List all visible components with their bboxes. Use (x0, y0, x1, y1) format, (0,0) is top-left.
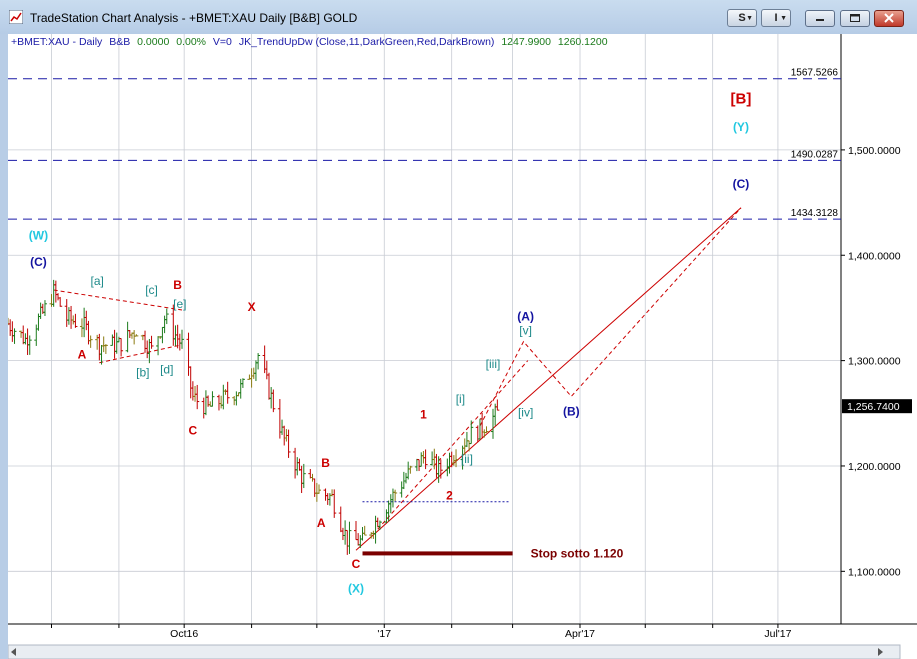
wave-label: [a] (91, 274, 104, 288)
wave-label: X (248, 300, 256, 314)
percent-change: 0.00% (176, 36, 206, 48)
i-menu-button[interactable]: I ▼ (761, 9, 791, 27)
change-value: 0.0000 (137, 36, 170, 48)
grid (8, 34, 841, 624)
x-tick-label: Oct16 (170, 628, 198, 640)
wave-label: (A) (517, 310, 534, 324)
wave-label: [d] (160, 362, 173, 376)
wave-label: [b] (136, 365, 149, 379)
wave-label: 2 (446, 489, 453, 503)
wave-label: [ii] (461, 452, 473, 466)
minimize-button[interactable] (805, 10, 835, 27)
fib-level-label: 1490.0287 (791, 149, 839, 160)
maximize-icon (850, 14, 860, 22)
stop-bar (362, 551, 513, 556)
wave-label: [B] (731, 91, 752, 108)
level-lines: 1567.5266 1490.0287 1434.3128 (8, 68, 841, 220)
wave-label: A (317, 516, 326, 530)
wave-label: (Y) (733, 120, 749, 134)
wave-label: B (321, 456, 330, 470)
fib-level-label: 1567.5266 (791, 68, 839, 79)
wave-label: [c] (145, 283, 158, 297)
y-tick-label: 1,100.0000 (848, 566, 901, 578)
indicator-value-1: 1247.9900 (501, 36, 551, 48)
x-tick-label: Apr'17 (565, 628, 595, 640)
wave-label: [i] (456, 392, 465, 406)
projection-lines (53, 207, 742, 551)
wave-label: (C) (30, 255, 47, 269)
close-button[interactable] (874, 10, 904, 27)
x-tick-label: '17 (377, 628, 391, 640)
close-icon (884, 13, 894, 23)
minimize-icon (816, 19, 824, 21)
fib-level-label: 1434.3128 (791, 208, 839, 219)
trend-line (355, 207, 742, 551)
y-tick-label: 1,400.0000 (848, 250, 901, 262)
s-menu-label: S (738, 12, 746, 24)
scrollbar[interactable] (8, 644, 901, 659)
wave-label: (W) (29, 228, 48, 242)
title-bar: TradeStation Chart Analysis - +BMET:XAU … (0, 0, 917, 34)
price-axis: 1,100.0000 1,200.0000 1,300.0000 1,400.0000… (841, 145, 901, 578)
x-tick-label: Jul'17 (764, 628, 791, 640)
wave-label: [e] (173, 297, 186, 311)
stop-label: Stop sotto 1.120 (531, 546, 624, 560)
triangle-lower (99, 344, 183, 364)
wave-label: B (173, 278, 182, 292)
chevron-down-icon: ▼ (746, 15, 753, 22)
wave-label: 1 (420, 408, 427, 422)
y-tick-label: 1,200.0000 (848, 461, 901, 473)
wave-label: (C) (733, 177, 750, 191)
symbol-label: +BMET:XAU - Daily (11, 36, 103, 48)
wave-label: (B) (563, 404, 580, 418)
channel-line (377, 360, 529, 530)
chart-window[interactable]: 1567.5266 1490.0287 1434.3128 (W) (C) A [a] [b… (8, 34, 917, 659)
horizontal-scrollbar[interactable] (8, 644, 901, 659)
y-tick-label: 1,500.0000 (848, 145, 901, 157)
maximize-button[interactable] (840, 10, 870, 27)
y-tick-label: 1,300.0000 (848, 356, 901, 368)
indicator-value-2: 1260.1200 (557, 36, 608, 48)
symbol-info-bar: +BMET:XAU - Daily B&B 0.0000 0.00% V=0 J… (11, 36, 612, 48)
triangle-upper (53, 289, 183, 311)
date-axis: Oct16 '17 Apr'17 Jul'17 (50, 624, 792, 640)
price-chart[interactable]: 1567.5266 1490.0287 1434.3128 (W) (C) A [a] [b… (8, 34, 917, 659)
wave-label: C (189, 423, 198, 437)
price-marker: 1,256.7400 (842, 399, 912, 414)
window-title: TradeStation Chart Analysis - +BMET:XAU … (30, 11, 358, 25)
wave-label: C (352, 557, 361, 571)
wave-label: [v] (519, 323, 532, 337)
wave-label: [iii] (486, 357, 501, 371)
wave-label: A (78, 348, 87, 362)
wave-label: (X) (348, 581, 364, 595)
chevron-down-icon: ▼ (780, 15, 787, 22)
i-menu-label: I (774, 12, 778, 24)
s-menu-button[interactable]: S ▼ (727, 9, 757, 27)
chart-app-icon (9, 10, 23, 24)
indicator-label: JK_TrendUpDw (Close,11,DarkGreen,Red,Dar… (238, 36, 495, 48)
stop-annotation: Stop sotto 1.120 (362, 546, 624, 560)
last-price-label: 1,256.7400 (847, 401, 900, 413)
session-label: B&B (109, 36, 131, 48)
wave-label: [iv] (518, 405, 533, 419)
volume-label: V=0 (212, 36, 232, 48)
